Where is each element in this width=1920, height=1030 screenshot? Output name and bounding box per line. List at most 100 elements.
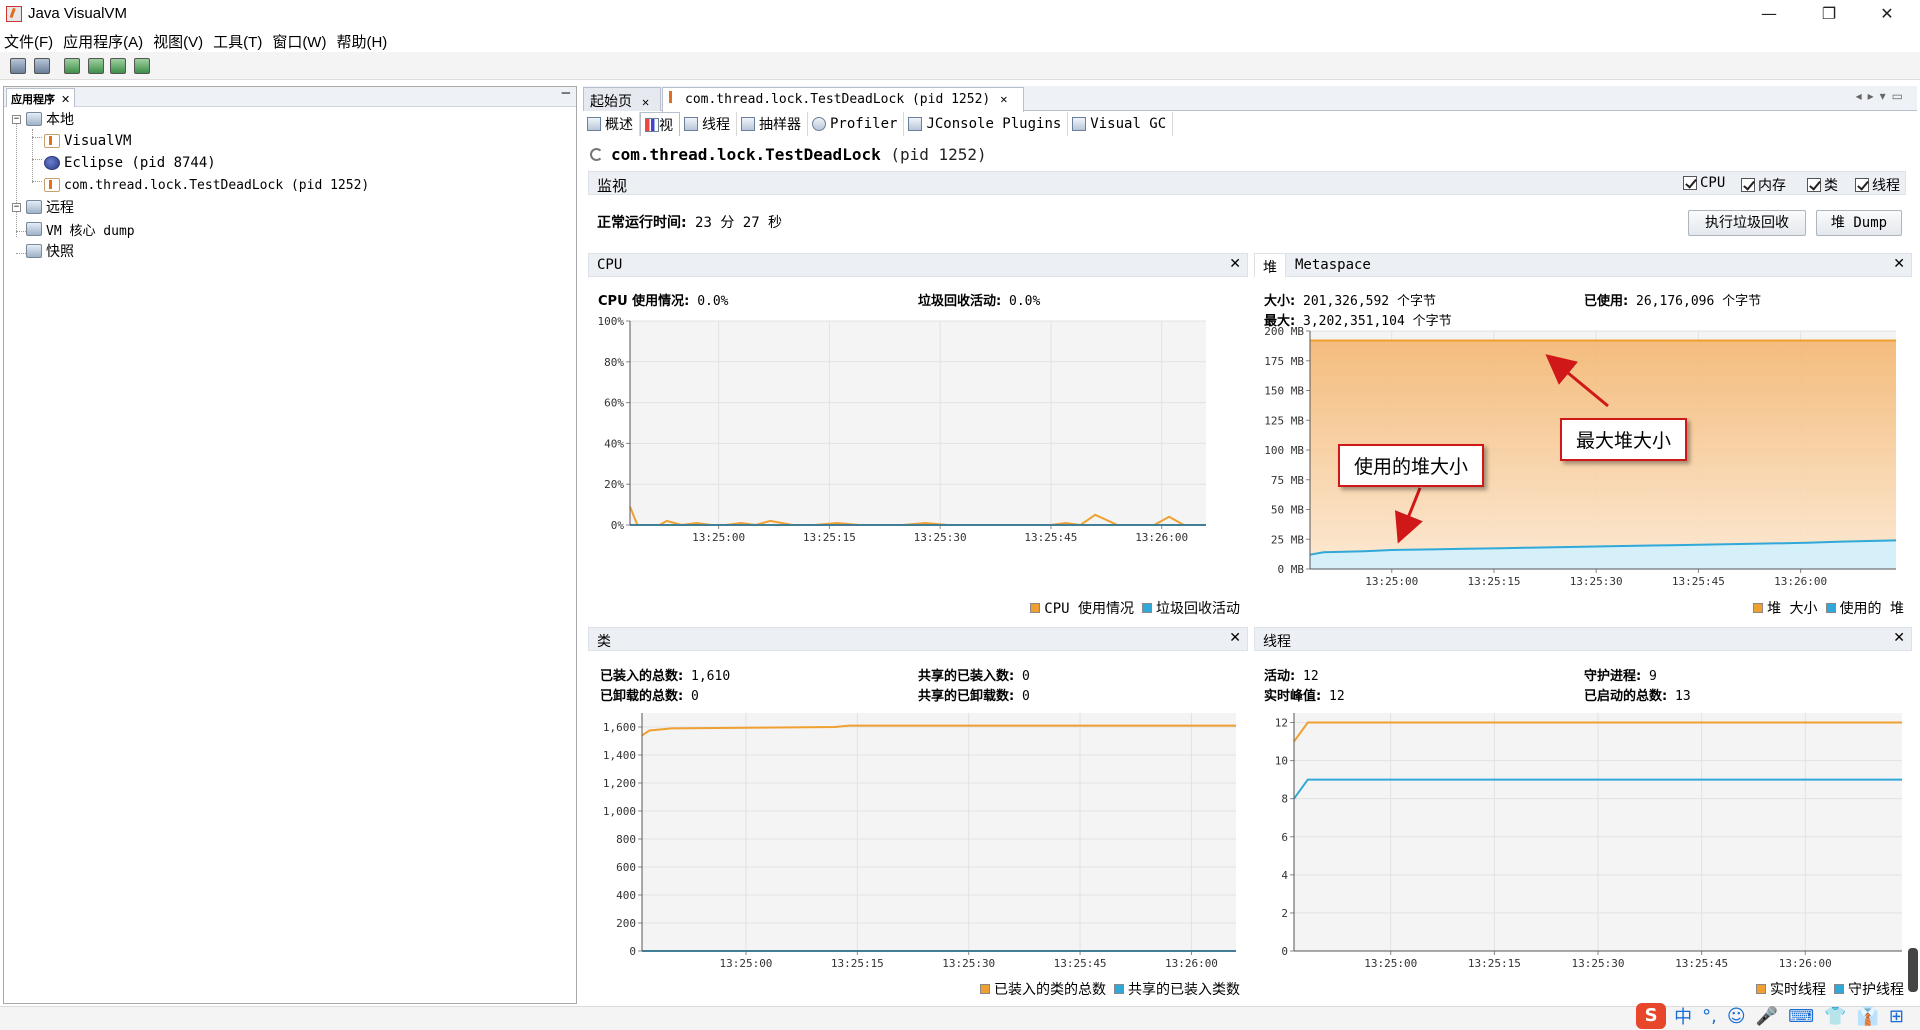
- close-icon[interactable]: ✕: [61, 94, 70, 106]
- heap-dump-button[interactable]: 堆 Dump: [1816, 210, 1902, 236]
- close-icon[interactable]: ✕: [642, 95, 649, 109]
- tab-jconsole-plugins[interactable]: JConsole Plugins: [904, 112, 1069, 136]
- ime-language-toggle[interactable]: 中: [1674, 1003, 1692, 1029]
- checkbox-cpu[interactable]: CPU: [1683, 175, 1725, 191]
- tree-item-visualvm[interactable]: VisualVM: [44, 131, 131, 151]
- tab-sampler[interactable]: 抽样器: [737, 112, 808, 136]
- x-tick-label: 13:25:15: [1467, 575, 1520, 588]
- live-threads-value: 12: [1303, 669, 1319, 684]
- checkbox-checked-icon: [1855, 178, 1869, 192]
- checkbox-classes[interactable]: 类: [1807, 175, 1838, 195]
- perform-gc-button[interactable]: 执行垃圾回收: [1688, 210, 1806, 236]
- sogou-logo-icon[interactable]: S: [1636, 1003, 1667, 1029]
- y-tick-label: 0%: [611, 519, 625, 532]
- checkbox-threads[interactable]: 线程: [1855, 175, 1900, 195]
- menu-help[interactable]: 帮助(H): [332, 29, 391, 51]
- scroll-handle[interactable]: [1908, 948, 1918, 992]
- legend-swatch: [1834, 984, 1844, 994]
- y-tick-label: 1,400: [603, 749, 636, 762]
- ime-emoji-icon[interactable]: ☺: [1727, 1006, 1746, 1027]
- tab-process[interactable]: com.thread.lock.TestDeadLock (pid 1252) ✕: [662, 87, 1024, 112]
- close-icon[interactable]: ✕: [1229, 630, 1241, 646]
- y-tick-label: 75 MB: [1271, 474, 1304, 487]
- x-tick-label: 13:25:00: [692, 531, 745, 544]
- applications-tab-label: 应用程序: [11, 94, 55, 106]
- tab-threads-label: 线程: [702, 117, 730, 133]
- tree-item-remote[interactable]: 远程: [26, 197, 74, 217]
- x-tick-label: 13:25:00: [719, 957, 772, 970]
- y-tick-label: 80%: [604, 356, 624, 369]
- close-button[interactable]: ✕: [1858, 0, 1916, 28]
- close-icon[interactable]: ✕: [1893, 630, 1905, 646]
- y-tick-label: 125 MB: [1264, 414, 1304, 427]
- ime-punctuation-icon[interactable]: °,: [1702, 1006, 1717, 1027]
- tab-threads[interactable]: 线程: [680, 112, 737, 136]
- unloaded-classes-value: 0: [691, 689, 699, 704]
- menu-tools[interactable]: 工具(T): [209, 29, 266, 51]
- add-remote-host-icon[interactable]: [32, 56, 52, 76]
- tab-start-page[interactable]: 起始页 ✕: [583, 87, 661, 111]
- collapse-local-icon[interactable]: −: [12, 115, 21, 124]
- eclipse-icon: [44, 156, 60, 170]
- ime-menu-icon[interactable]: ⊞: [1889, 1006, 1904, 1027]
- tree-item-local[interactable]: 本地: [26, 109, 74, 129]
- tab-profiler[interactable]: Profiler: [808, 112, 905, 136]
- heap-dump-icon[interactable]: [62, 56, 82, 76]
- profile-icon[interactable]: [108, 56, 128, 76]
- checkbox-threads-label: 线程: [1872, 178, 1900, 194]
- x-tick-label: 13:26:00: [1165, 957, 1218, 970]
- tab-visual-gc[interactable]: Visual GC: [1068, 112, 1174, 136]
- x-tick-label: 13:25:30: [1572, 957, 1625, 970]
- max-heap-callout: 最大堆大小: [1560, 418, 1688, 461]
- threads-panel-title: 线程: [1263, 634, 1291, 650]
- minimize-pane-icon[interactable]: —: [562, 85, 570, 101]
- y-tick-label: 0: [1281, 945, 1288, 958]
- add-jmx-connection-icon[interactable]: [8, 56, 28, 76]
- tab-monitor[interactable]: 监视: [640, 112, 680, 136]
- checkbox-memory-label: 内存: [1758, 178, 1786, 194]
- tree-item-eclipse[interactable]: Eclipse (pid 8744): [44, 153, 216, 173]
- ime-skin-icon[interactable]: 👕: [1824, 1006, 1846, 1027]
- checkbox-memory[interactable]: 内存: [1741, 175, 1786, 195]
- close-icon[interactable]: ✕: [1229, 256, 1241, 272]
- checkbox-checked-icon: [1683, 176, 1697, 190]
- thread-dump-icon[interactable]: [86, 56, 106, 76]
- overview-icon: [587, 117, 601, 131]
- applications-tab[interactable]: 应用程序 ✕: [6, 88, 76, 107]
- restore-button[interactable]: ❐: [1800, 0, 1858, 28]
- legend-swatch: [1825, 603, 1836, 613]
- tree-item-deadlock[interactable]: com.thread.lock.TestDeadLock (pid 1252): [44, 175, 369, 195]
- y-tick-label: 8: [1281, 793, 1288, 806]
- legend-swatch: [1756, 984, 1766, 994]
- x-tick-label: 13:25:30: [914, 531, 967, 544]
- toolbar: [0, 52, 1920, 80]
- ime-keyboard-icon[interactable]: ⌨: [1788, 1006, 1814, 1027]
- y-tick-label: 10: [1275, 755, 1288, 768]
- jconsole-icon: [908, 117, 923, 131]
- y-tick-label: 150 MB: [1264, 385, 1304, 398]
- tab-overview[interactable]: 概述: [583, 112, 640, 136]
- y-tick-label: 2: [1281, 907, 1288, 920]
- cpu-legend: CPU 使用情况 垃圾回收活动: [1022, 598, 1240, 618]
- ime-tools-icon[interactable]: 👔: [1856, 1006, 1878, 1027]
- snapshot-icon[interactable]: [132, 56, 152, 76]
- sampler-icon: [741, 117, 755, 131]
- tab-heap[interactable]: 堆: [1255, 254, 1286, 277]
- tab-metaspace[interactable]: Metaspace: [1295, 257, 1371, 273]
- minimize-button[interactable]: —: [1740, 0, 1798, 28]
- close-icon[interactable]: ✕: [1893, 256, 1905, 272]
- tree-item-core-dump[interactable]: VM 核心 dump: [26, 219, 135, 239]
- menu-application[interactable]: 应用程序(A): [59, 29, 147, 51]
- ime-voice-icon[interactable]: 🎤: [1756, 1006, 1778, 1027]
- tree-item-snapshots-label: 快照: [46, 244, 74, 260]
- tab-navigation-icon[interactable]: ◂▸▾▭: [1856, 89, 1909, 103]
- menu-window[interactable]: 窗口(W): [268, 29, 330, 51]
- menu-view[interactable]: 视图(V): [149, 29, 207, 51]
- close-icon[interactable]: ✕: [1000, 92, 1007, 106]
- collapse-remote-icon[interactable]: −: [12, 203, 21, 212]
- menu-file[interactable]: 文件(F): [0, 29, 57, 51]
- cpu-usage-label: CPU 使用情况:: [598, 294, 690, 309]
- tree-item-snapshots[interactable]: 快照: [26, 241, 74, 261]
- gc-activity-stat: 垃圾回收活动: 0.0%: [918, 290, 1040, 309]
- x-tick-label: 13:25:45: [1054, 957, 1107, 970]
